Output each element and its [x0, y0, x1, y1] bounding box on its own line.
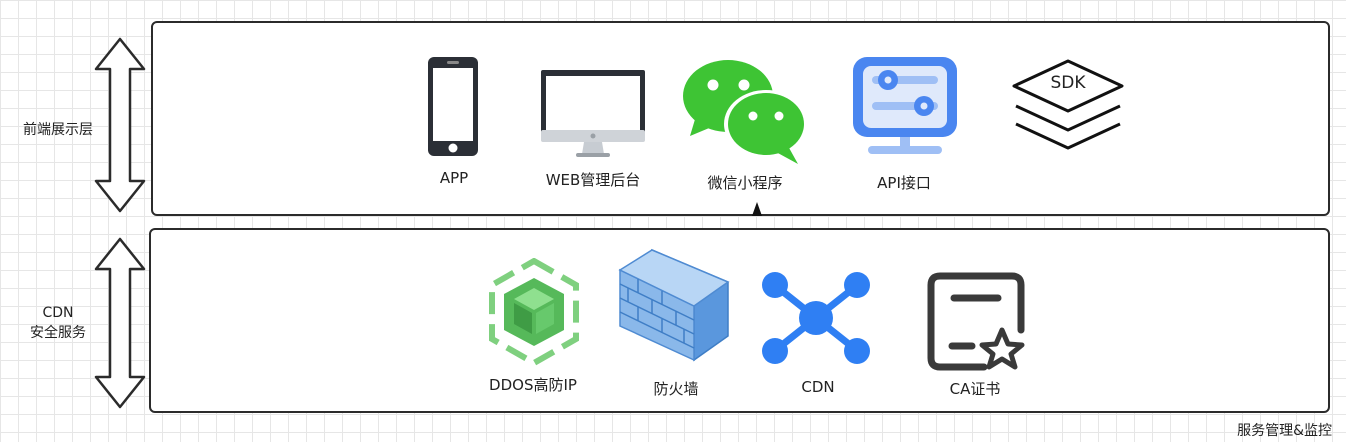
- ddos-label: DDOS高防IP: [489, 376, 577, 394]
- monitor-icon: [541, 70, 645, 157]
- smartphone-icon: [428, 57, 478, 156]
- app-label: APP: [439, 169, 469, 187]
- sdk-icon-text: SDK: [1050, 73, 1086, 93]
- cdn-layer-box: [149, 228, 1330, 413]
- connector-arrow-icon: [752, 202, 762, 216]
- ca-certificate-label: CA证书: [949, 380, 1001, 398]
- firewall-label: 防火墙: [653, 380, 699, 398]
- api-panel-icon: [853, 57, 957, 154]
- web-admin-label: WEB管理后台: [545, 171, 641, 189]
- api-interface-label: API接口: [877, 174, 931, 192]
- ddos-shield-cube-icon: [489, 258, 579, 366]
- frontend-layer-label: 前端展示层: [23, 122, 93, 138]
- cdn-layer-label-line2: 安全服务: [30, 325, 86, 341]
- certificate-icon: [927, 272, 1025, 371]
- cdn-label: CDN: [801, 378, 835, 396]
- wechat-miniprogram-label: 微信小程序: [707, 174, 783, 192]
- cdn-network-icon: [762, 272, 870, 364]
- service-monitoring-label: 服务管理&监控: [1237, 423, 1332, 439]
- firewall-icon: [618, 248, 730, 362]
- cdn-layer-label-line1: CDN: [42, 305, 74, 321]
- cdn-layer-label: CDN 安全服务: [10, 303, 106, 343]
- wechat-icon: [683, 60, 808, 164]
